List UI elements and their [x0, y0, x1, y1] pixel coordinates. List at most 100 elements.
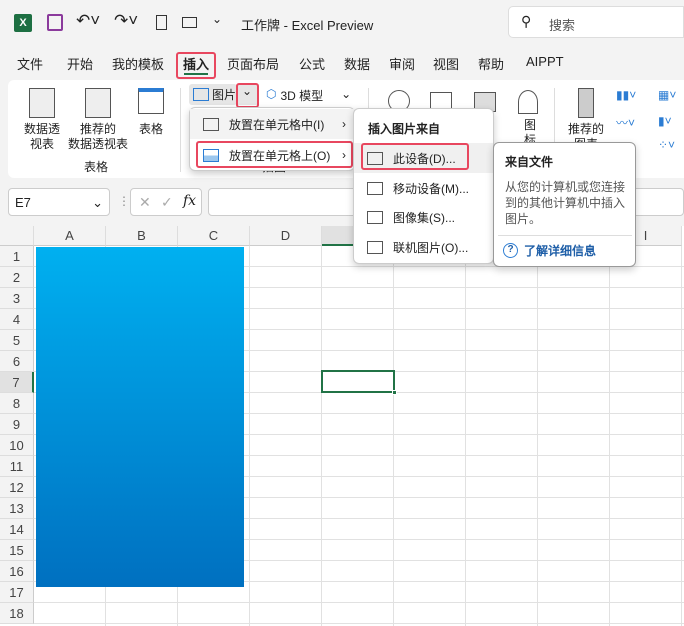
pivot-table-button[interactable]: 数据透 视表	[18, 88, 66, 152]
row-header[interactable]: 6	[0, 351, 34, 372]
tooltip-body: 从您的计算机或您连接到的其他计算机中插入图片。	[505, 180, 626, 226]
tab-page-layout[interactable]: 页面布局	[227, 54, 279, 73]
gridline	[321, 246, 322, 626]
menu-item-mobile-device[interactable]: 移动设备(M)...	[354, 173, 469, 203]
3d-model-label: 3D 模型	[280, 89, 324, 103]
row-header[interactable]: 18	[0, 603, 34, 624]
statistic-chart-icon[interactable]: ▮˅	[658, 114, 672, 128]
customize-qat-icon[interactable]: ⌄	[212, 12, 222, 26]
row-header[interactable]: 13	[0, 498, 34, 519]
tooltip-title: 来自文件	[505, 155, 554, 169]
gridline	[609, 246, 610, 626]
select-all[interactable]	[0, 226, 34, 246]
tab-view[interactable]: 视图	[433, 54, 459, 73]
row-header[interactable]: 11	[0, 456, 34, 477]
divider	[180, 88, 181, 172]
tab-review[interactable]: 审阅	[389, 54, 415, 73]
cancel-icon[interactable]: ✕	[139, 194, 151, 211]
search-input[interactable]: ⚲ 搜索	[508, 6, 684, 38]
tab-aippt[interactable]: AIPPT	[526, 54, 564, 69]
new-file-icon[interactable]	[156, 15, 167, 30]
row-header[interactable]: 14	[0, 519, 34, 540]
tab-home[interactable]: 开始	[67, 54, 93, 73]
scatter-chart-icon[interactable]: ⁘˅	[658, 138, 675, 152]
gridline	[465, 246, 466, 626]
name-box-value: E7	[15, 195, 31, 210]
window-title: 工作牌 - Excel Preview	[241, 15, 373, 34]
row-header[interactable]: 3	[0, 288, 34, 309]
row-header[interactable]: 16	[0, 561, 34, 582]
tooltip: 来自文件 从您的计算机或您连接到的其他计算机中插入图片。 ? 了解详细信息	[493, 142, 636, 267]
search-placeholder: 搜索	[549, 18, 576, 33]
gridline	[249, 246, 250, 626]
column-chart-icon[interactable]: ▮▮˅	[616, 88, 636, 102]
column-header[interactable]: B	[106, 226, 178, 246]
name-box[interactable]: E7 ⌄	[8, 188, 110, 216]
row-header[interactable]: 15	[0, 540, 34, 561]
spreadsheet-grid[interactable]: ABCDEFGHI123456789101112131415161718	[0, 226, 684, 626]
row-header[interactable]: 10	[0, 435, 34, 456]
tab-formulas[interactable]: 公式	[299, 54, 325, 73]
pictures-menu: 放置在单元格中(I) › 放置在单元格上(O) ›	[189, 107, 355, 171]
row-header[interactable]: 5	[0, 330, 34, 351]
column-header[interactable]: C	[178, 226, 250, 246]
menu-item-online-pictures[interactable]: 联机图片(O)...	[354, 232, 468, 262]
learn-more-label: 了解详细信息	[524, 244, 597, 258]
row-header[interactable]: 8	[0, 393, 34, 414]
stock-images-icon	[367, 210, 383, 224]
open-folder-icon[interactable]	[182, 17, 197, 28]
row-header[interactable]: 2	[0, 267, 34, 288]
fill-handle[interactable]	[392, 390, 397, 395]
menu-item-label: 联机图片(O)...	[393, 240, 469, 255]
title-sep: -	[283, 18, 288, 33]
row-header[interactable]: 4	[0, 309, 34, 330]
enter-icon[interactable]: ✓	[161, 194, 173, 211]
row-header[interactable]: 17	[0, 582, 34, 603]
online-pictures-icon	[367, 240, 383, 254]
row-header[interactable]: 9	[0, 414, 34, 435]
menu-item-stock-images[interactable]: 图像集(S)...	[354, 202, 455, 232]
line-chart-icon[interactable]: 〰˅	[616, 114, 635, 131]
insert-function-button[interactable]: fx	[183, 193, 196, 209]
hierarchy-chart-icon[interactable]: ▦˅	[658, 88, 676, 102]
row-header[interactable]: 12	[0, 477, 34, 498]
chevron-down-icon: ⌄	[92, 195, 103, 210]
cube-icon: ⬡	[266, 87, 277, 101]
highlight-box	[236, 83, 259, 108]
pictures-button[interactable]: 图片	[189, 84, 237, 105]
menu-item-place-in-cell[interactable]: 放置在单元格中(I) ›	[190, 109, 354, 139]
column-header[interactable]: D	[250, 226, 322, 246]
row-header[interactable]: 7	[0, 372, 34, 393]
pivot-label2: 视表	[29, 137, 54, 151]
selected-cell[interactable]	[321, 370, 397, 395]
tab-my-templates[interactable]: 我的模板	[112, 54, 164, 73]
tab-data[interactable]: 数据	[344, 54, 370, 73]
pictures-label: 图片	[212, 88, 237, 102]
icons-button[interactable]: 图 标	[518, 90, 542, 148]
rec-pivot-label: 推荐的	[79, 122, 116, 136]
save-icon[interactable]	[47, 14, 63, 31]
highlight-box	[196, 141, 353, 168]
3d-model-button[interactable]: ⬡ 3D 模型 ⌄	[266, 87, 351, 104]
learn-more-link[interactable]: ? 了解详细信息	[503, 242, 596, 259]
tab-help[interactable]: 帮助	[478, 54, 504, 73]
shapes-icon	[518, 90, 538, 114]
table-icon	[138, 88, 164, 114]
redo-icon[interactable]: ↷˅	[114, 11, 138, 31]
inserted-picture[interactable]	[36, 247, 244, 587]
column-header[interactable]: A	[34, 226, 106, 246]
highlight-box	[361, 143, 469, 170]
table-button[interactable]: 表格	[134, 88, 168, 137]
group-table-label: 表格	[83, 160, 108, 174]
chevron-down-icon: ⌄	[341, 87, 352, 101]
icons-label: 图	[523, 118, 536, 132]
table-label: 表格	[138, 122, 163, 136]
chevron-right-icon: ›	[342, 117, 346, 131]
undo-icon[interactable]: ↶˅	[76, 11, 100, 31]
recommended-pivot-button[interactable]: 推荐的 数据透视表	[66, 88, 130, 152]
doc-name: 工作牌	[241, 18, 281, 33]
menu-item-label: 移动设备(M)...	[393, 181, 469, 196]
row-header[interactable]: 1	[0, 246, 34, 267]
title-bar: X ↶˅ ↷˅ ⌄ 工作牌 - Excel Preview ⚲ 搜索	[0, 0, 684, 46]
tab-file[interactable]: 文件	[17, 54, 43, 73]
